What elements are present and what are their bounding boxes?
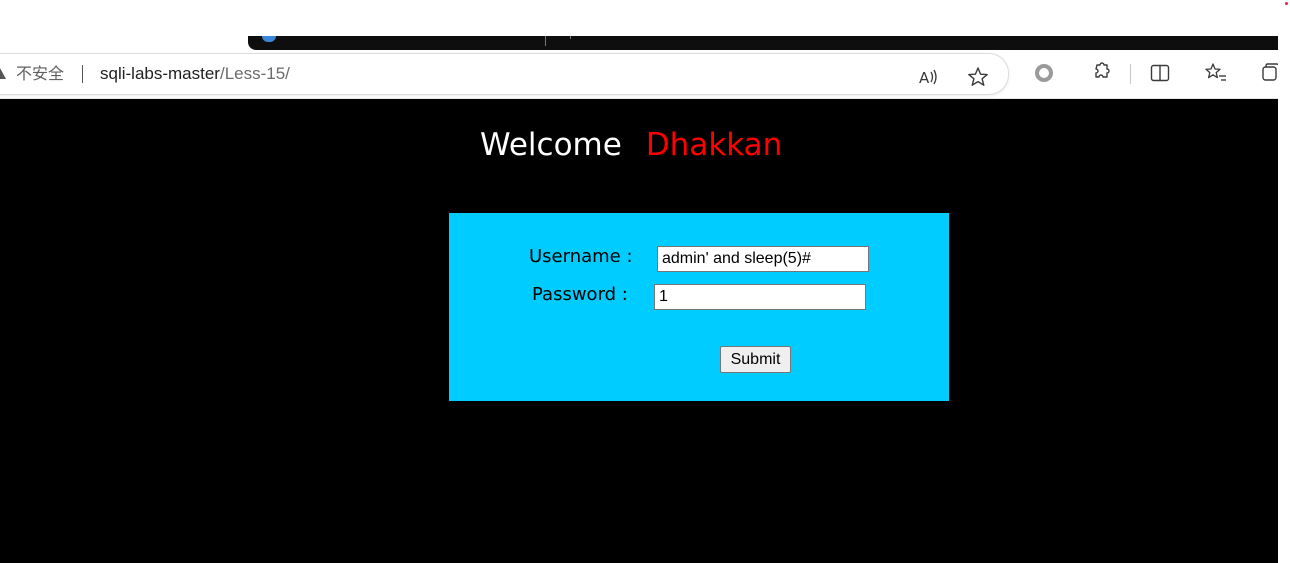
url-text[interactable]: sqli-labs-master/Less-15/ xyxy=(100,64,290,84)
favorite-star-icon[interactable] xyxy=(966,65,990,89)
username-label: Username : xyxy=(529,246,633,267)
login-form: Username : admin' and sleep(5)# Password… xyxy=(449,213,949,401)
username-input[interactable]: admin' and sleep(5)# xyxy=(657,246,869,272)
split-screen-icon[interactable] xyxy=(1148,61,1172,85)
read-aloud-icon[interactable]: A xyxy=(917,65,941,89)
address-divider xyxy=(82,65,83,83)
password-label: Password : xyxy=(532,284,628,305)
toolbar-divider xyxy=(1130,64,1131,84)
tab-favicon-icon xyxy=(262,36,276,42)
tab-divider xyxy=(570,36,571,39)
welcome-heading: Welcome Dhakkan xyxy=(480,125,782,165)
browser-window: 不安全 sqli-labs-master/Less-15/ A Welcome … xyxy=(0,0,1290,563)
favorites-icon[interactable] xyxy=(1204,61,1228,85)
svg-text:A: A xyxy=(919,69,930,87)
tab-strip xyxy=(0,0,1290,50)
url-host: sqli-labs-master xyxy=(100,64,220,83)
page-content: Welcome Dhakkan Username : admin' and sle… xyxy=(0,99,1279,563)
welcome-word: Welcome xyxy=(480,127,622,163)
notification-dot xyxy=(1285,2,1288,5)
url-path: /Less-15/ xyxy=(219,64,290,83)
submit-button[interactable]: Submit xyxy=(720,346,791,373)
browser-toolbar: 不安全 sqli-labs-master/Less-15/ A xyxy=(0,50,1290,99)
password-input[interactable]: 1 xyxy=(654,284,866,310)
extensions-icon[interactable] xyxy=(1088,61,1112,85)
tab-divider xyxy=(545,36,546,46)
security-label[interactable]: 不安全 xyxy=(16,64,64,84)
welcome-name: Dhakkan xyxy=(645,127,783,163)
browser-tab[interactable] xyxy=(248,36,1278,50)
warning-icon[interactable] xyxy=(0,68,6,79)
address-bar[interactable]: 不安全 sqli-labs-master/Less-15/ A xyxy=(0,53,1009,95)
circle-record-icon[interactable] xyxy=(1032,61,1056,85)
window-edge xyxy=(1278,0,1290,563)
